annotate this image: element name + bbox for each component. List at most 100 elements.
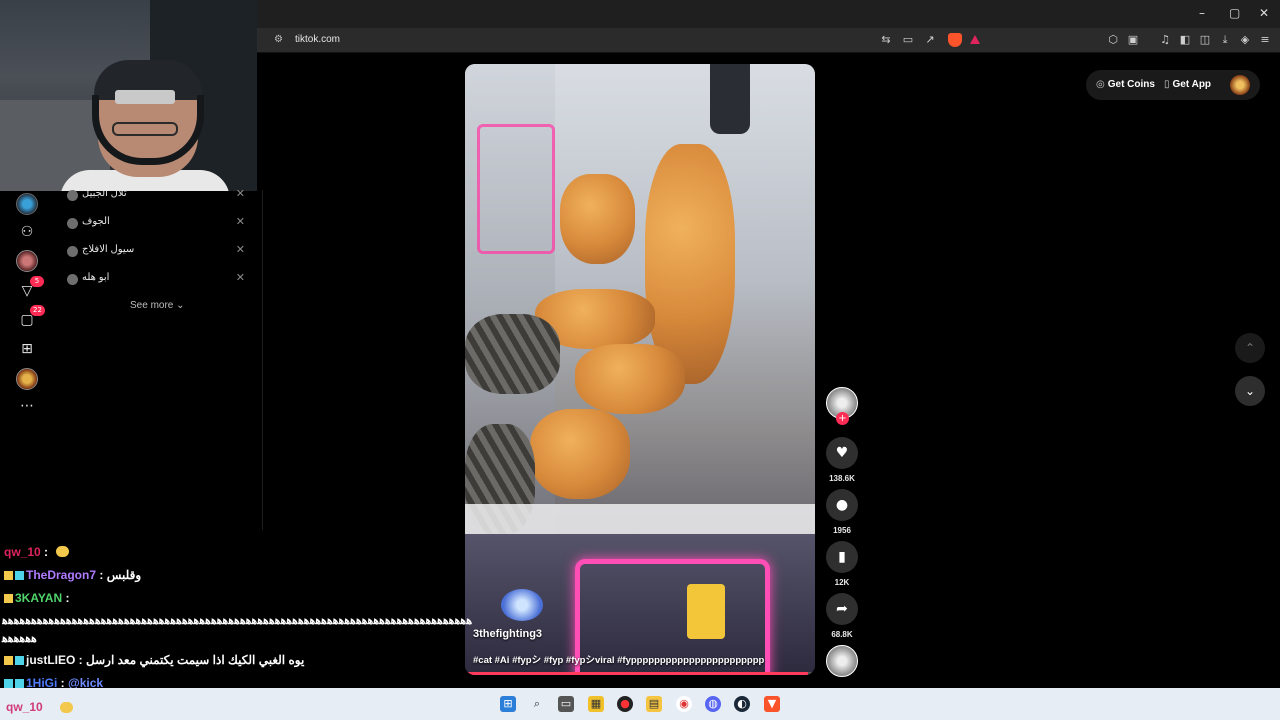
recent-search-text[interactable]: سيول الافلاج: [82, 244, 134, 255]
sound-avatar[interactable]: [826, 645, 858, 677]
site-settings-icon[interactable]: ⚙: [274, 34, 286, 46]
video-progress-bar[interactable]: [465, 672, 815, 675]
url-text[interactable]: tiktok.com: [295, 34, 340, 45]
history-icon: [67, 246, 78, 257]
messages-badge: 22: [30, 305, 45, 316]
messages-icon[interactable]: ▢ 22: [16, 305, 45, 331]
download-icon[interactable]: ⤓: [1218, 33, 1232, 47]
file-explorer-icon[interactable]: ▤: [646, 696, 662, 712]
explore-avatar-icon[interactable]: [16, 193, 38, 215]
chat-badge-icon: [15, 679, 24, 688]
inbox-icon[interactable]: ▽ 5: [16, 276, 44, 302]
video-claw: [710, 64, 750, 134]
like-button[interactable]: ♥: [826, 437, 858, 469]
chat-username[interactable]: TheDragon7: [26, 568, 96, 582]
next-video-button[interactable]: ⌄: [1235, 376, 1265, 406]
close-window-button[interactable]: ✕: [1259, 6, 1269, 20]
minimize-button[interactable]: –: [1199, 6, 1205, 20]
vpn-icon[interactable]: ◈: [1238, 33, 1252, 47]
chat-badge-icon: [4, 571, 13, 580]
video-author[interactable]: 3thefighting3: [473, 628, 542, 640]
get-coins-button[interactable]: ◎ Get Coins: [1096, 79, 1155, 90]
steam-icon[interactable]: ◐: [734, 696, 750, 712]
save-button[interactable]: ▮: [826, 541, 858, 573]
inbox-badge: 5: [30, 276, 44, 287]
extensions-icon[interactable]: ⬡: [1106, 33, 1120, 47]
sidebar-toggle-icon[interactable]: ◧: [1178, 33, 1192, 47]
emote-icon: [60, 702, 73, 713]
translate-icon[interactable]: ⇆: [879, 33, 893, 47]
maximize-button[interactable]: ▢: [1229, 6, 1240, 20]
video-caption[interactable]: #cat #Ai #fypシ #fyp #fypシviral #fypppppp…: [473, 652, 764, 666]
get-coins-label: Get Coins: [1107, 79, 1155, 90]
history-icon: [67, 274, 78, 285]
chat-spam-message-wrap: ﻫﻫﻫﻫﻫﻫ: [2, 633, 38, 645]
video-neon-sign: [477, 124, 555, 254]
brave-shield-icon[interactable]: [948, 33, 962, 47]
video-cat: [575, 344, 685, 414]
chat-badge-icon: [4, 594, 13, 603]
chat-badge-icon: [15, 571, 24, 580]
share-count: 68.8K: [831, 630, 853, 639]
remove-search-icon[interactable]: ✕: [236, 215, 245, 228]
share-icon[interactable]: ↗: [923, 33, 937, 47]
remove-search-icon[interactable]: ✕: [236, 243, 245, 256]
brave-icon[interactable]: ▼: [764, 696, 780, 712]
more-icon[interactable]: ⋯: [16, 395, 38, 417]
remove-search-icon[interactable]: ✕: [236, 187, 245, 200]
recent-search-item[interactable]: ابو هله ✕: [60, 267, 255, 293]
chevron-up-icon: ⌃: [1244, 341, 1256, 355]
widgets-icon[interactable]: ▦: [588, 696, 604, 712]
recent-search-item[interactable]: سيول الافلاج ✕: [60, 239, 255, 265]
chat-username[interactable]: 3KAYAN: [15, 591, 62, 605]
chat-username-overlay: qw_10: [6, 700, 43, 714]
media-icon[interactable]: ♫: [1158, 33, 1172, 47]
task-view-icon[interactable]: ▭: [558, 696, 574, 712]
chevron-down-icon: ⌄: [1244, 384, 1256, 398]
chrome-icon[interactable]: ◉: [676, 696, 692, 712]
menu-icon[interactable]: ≡: [1258, 33, 1272, 47]
chat-message: qw_10 :: [4, 545, 70, 565]
cast-icon[interactable]: ▭: [901, 33, 915, 47]
history-icon: [67, 218, 78, 229]
discord-icon[interactable]: ◍: [705, 696, 721, 712]
see-more-link[interactable]: See more ⌄: [130, 300, 185, 311]
video-arcade-button: [501, 589, 543, 621]
recent-search-text[interactable]: الجوف: [82, 216, 110, 227]
obs-icon[interactable]: ●: [617, 696, 633, 712]
leo-icon[interactable]: ◫: [1198, 33, 1212, 47]
chat-badge-icon: [4, 656, 13, 665]
follow-plus-icon[interactable]: +: [836, 412, 849, 425]
chat-text: وقلبس: [106, 568, 142, 582]
chat-separator: :: [75, 653, 87, 667]
video-cat: [530, 409, 630, 499]
remove-search-icon[interactable]: ✕: [236, 271, 245, 284]
search-icon[interactable]: ⌕: [529, 696, 545, 712]
live-avatar-icon[interactable]: [16, 250, 38, 272]
chat-badge-icon: [4, 679, 13, 688]
chat-message: TheDragon7 : وقلبس: [4, 568, 141, 588]
recent-search-item[interactable]: ثلال الجبيل ✕: [60, 183, 255, 209]
brave-rewards-icon[interactable]: [970, 35, 980, 44]
save-count: 12K: [834, 578, 850, 587]
wallet-icon[interactable]: ▣: [1126, 33, 1140, 47]
recent-search-text[interactable]: ابو هله: [82, 272, 109, 283]
get-app-button[interactable]: ▯ Get App: [1164, 79, 1211, 90]
previous-video-button[interactable]: ⌃: [1235, 333, 1265, 363]
start-icon[interactable]: ⊞: [500, 696, 516, 712]
following-icon[interactable]: ⚇: [16, 221, 38, 243]
chat-username[interactable]: justLIEO: [26, 653, 75, 667]
chat-username[interactable]: qw_10: [4, 545, 41, 559]
see-more-label: See more: [130, 300, 174, 311]
chat-separator: :: [40, 545, 49, 559]
share-button[interactable]: ➦: [826, 593, 858, 625]
screen: – ▢ ✕ ⚙ tiktok.com ⇆ ▭ ↗ ⬡ ▣ ♫ ◧ ◫ ⤓ ◈ ≡…: [0, 0, 1280, 720]
comment-button[interactable]: ●: [826, 489, 858, 521]
user-avatar[interactable]: [1230, 75, 1250, 95]
recent-search-item[interactable]: الجوف ✕: [60, 211, 255, 237]
profile-avatar-icon[interactable]: [16, 368, 38, 390]
video-player[interactable]: 3thefighting3 #cat #Ai #fypシ #fyp #fypシv…: [465, 64, 815, 675]
recent-search-text[interactable]: ثلال الجبيل: [82, 188, 127, 199]
upload-icon[interactable]: ⊞: [16, 338, 38, 360]
chevron-down-icon: ⌄: [176, 300, 185, 311]
